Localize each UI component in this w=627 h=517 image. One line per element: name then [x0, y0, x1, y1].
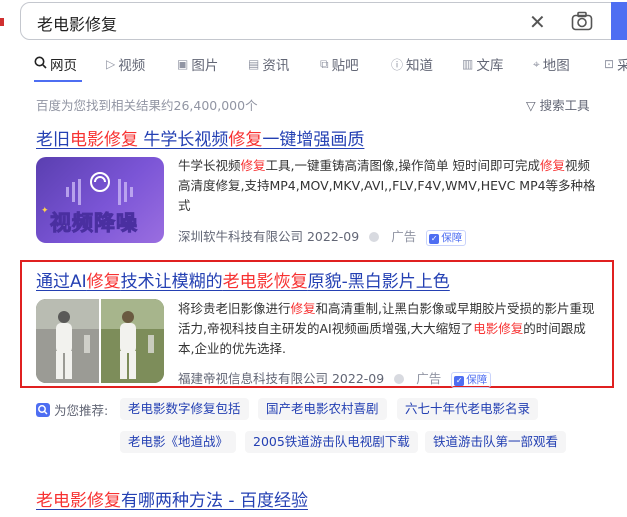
recommend-chip[interactable]: 六七十年代老电影名录	[397, 398, 539, 420]
filter-icon: ▽	[526, 98, 536, 113]
tab-image[interactable]: ▣ 图片	[177, 54, 218, 74]
result-title-1[interactable]: 老旧电影修复 牛学长视频修复一键增强画质	[36, 125, 364, 150]
guarantee-badge[interactable]: ✓ 保障	[451, 372, 492, 388]
result-snippet-1: 牛学长视频修复工具,一键重铸高清图像,操作简单 短时间即可完成修复视频高清度修复…	[178, 158, 596, 213]
recommend-chip[interactable]: 老电影《地道战》	[120, 431, 237, 453]
search-box[interactable]: 老电影修复 ✕	[20, 2, 627, 40]
tab-wenku[interactable]: ▥ 文库	[462, 54, 503, 74]
result-stats: 百度为您找到相关结果约26,400,000个	[36, 98, 258, 113]
active-tab-indicator	[34, 80, 82, 82]
search-button[interactable]	[611, 2, 627, 40]
thumbnail-caption: 视频降噪	[50, 211, 138, 236]
tab-news[interactable]: ▤ 资讯	[248, 54, 289, 74]
question-icon: ⓘ	[391, 57, 404, 72]
camera-icon[interactable]	[571, 11, 593, 35]
dropdown-icon[interactable]	[394, 374, 405, 384]
image-icon: ▣	[177, 57, 189, 71]
result-thumbnail-2[interactable]	[36, 299, 164, 383]
baseball-photo-icon	[36, 299, 164, 383]
tab-video[interactable]: ▷ 视频	[106, 54, 145, 74]
search-tools-button[interactable]: ▽ 搜索工具	[526, 95, 590, 114]
search-icon	[36, 402, 50, 417]
edge-marker	[0, 18, 4, 26]
svg-text:✦: ✦	[41, 206, 49, 216]
recommend-chip[interactable]: 国产老电影农村喜剧	[258, 398, 387, 420]
result-title-2[interactable]: 通过AI修复技术让模糊的老电影恢复原貌-黑白影片上色	[36, 267, 450, 292]
guarantee-badge[interactable]: ✓ 保障	[426, 230, 467, 246]
tab-zhidao[interactable]: ⓘ 知道	[391, 54, 433, 75]
result-snippet-2: 将珍贵老旧影像进行修复和高清重制,让黑白影像或早期胶片受损的影片重现活力,帝视科…	[178, 301, 595, 356]
recommend-label: 为您推荐:	[36, 400, 108, 419]
dropdown-icon[interactable]	[369, 232, 380, 242]
tab-map[interactable]: ⌖ 地图	[533, 54, 570, 75]
tab-web[interactable]: 网页	[34, 54, 77, 74]
result-source-1: 深圳软牛科技有限公司 2022-09 广告 ✓ 保障	[178, 226, 467, 246]
close-icon[interactable]: ✕	[529, 10, 546, 34]
result-title-3[interactable]: 老电影修复有哪两种方法 - 百度经验	[36, 486, 308, 511]
recommend-chip[interactable]: 2005铁道游击队电视剧下载	[245, 431, 418, 453]
search-input[interactable]: 老电影修复	[37, 11, 117, 35]
check-icon: ✓	[454, 376, 465, 386]
doc-icon: ▥	[462, 57, 474, 71]
news-icon: ▤	[248, 57, 260, 71]
tab-tieba[interactable]: ⧉ 贴吧	[320, 54, 359, 75]
map-icon: ⌖	[533, 56, 540, 71]
result-thumbnail-1[interactable]: ✦ 视频降噪	[36, 157, 164, 243]
recommend-chip[interactable]: 铁道游击队第一部观看	[425, 431, 567, 453]
video-icon: ▷	[106, 57, 116, 71]
check-icon: ✓	[429, 234, 440, 244]
cart-icon: ⊡	[604, 57, 615, 71]
recommend-chip[interactable]: 老电影数字修复包括	[120, 398, 249, 420]
search-icon	[34, 56, 47, 72]
tieba-icon: ⧉	[320, 56, 329, 71]
tab-caigou[interactable]: ⊡ 采	[604, 54, 627, 74]
result-source-2: 福建帝视信息科技有限公司 2022-09 广告 ✓ 保障	[178, 368, 492, 388]
